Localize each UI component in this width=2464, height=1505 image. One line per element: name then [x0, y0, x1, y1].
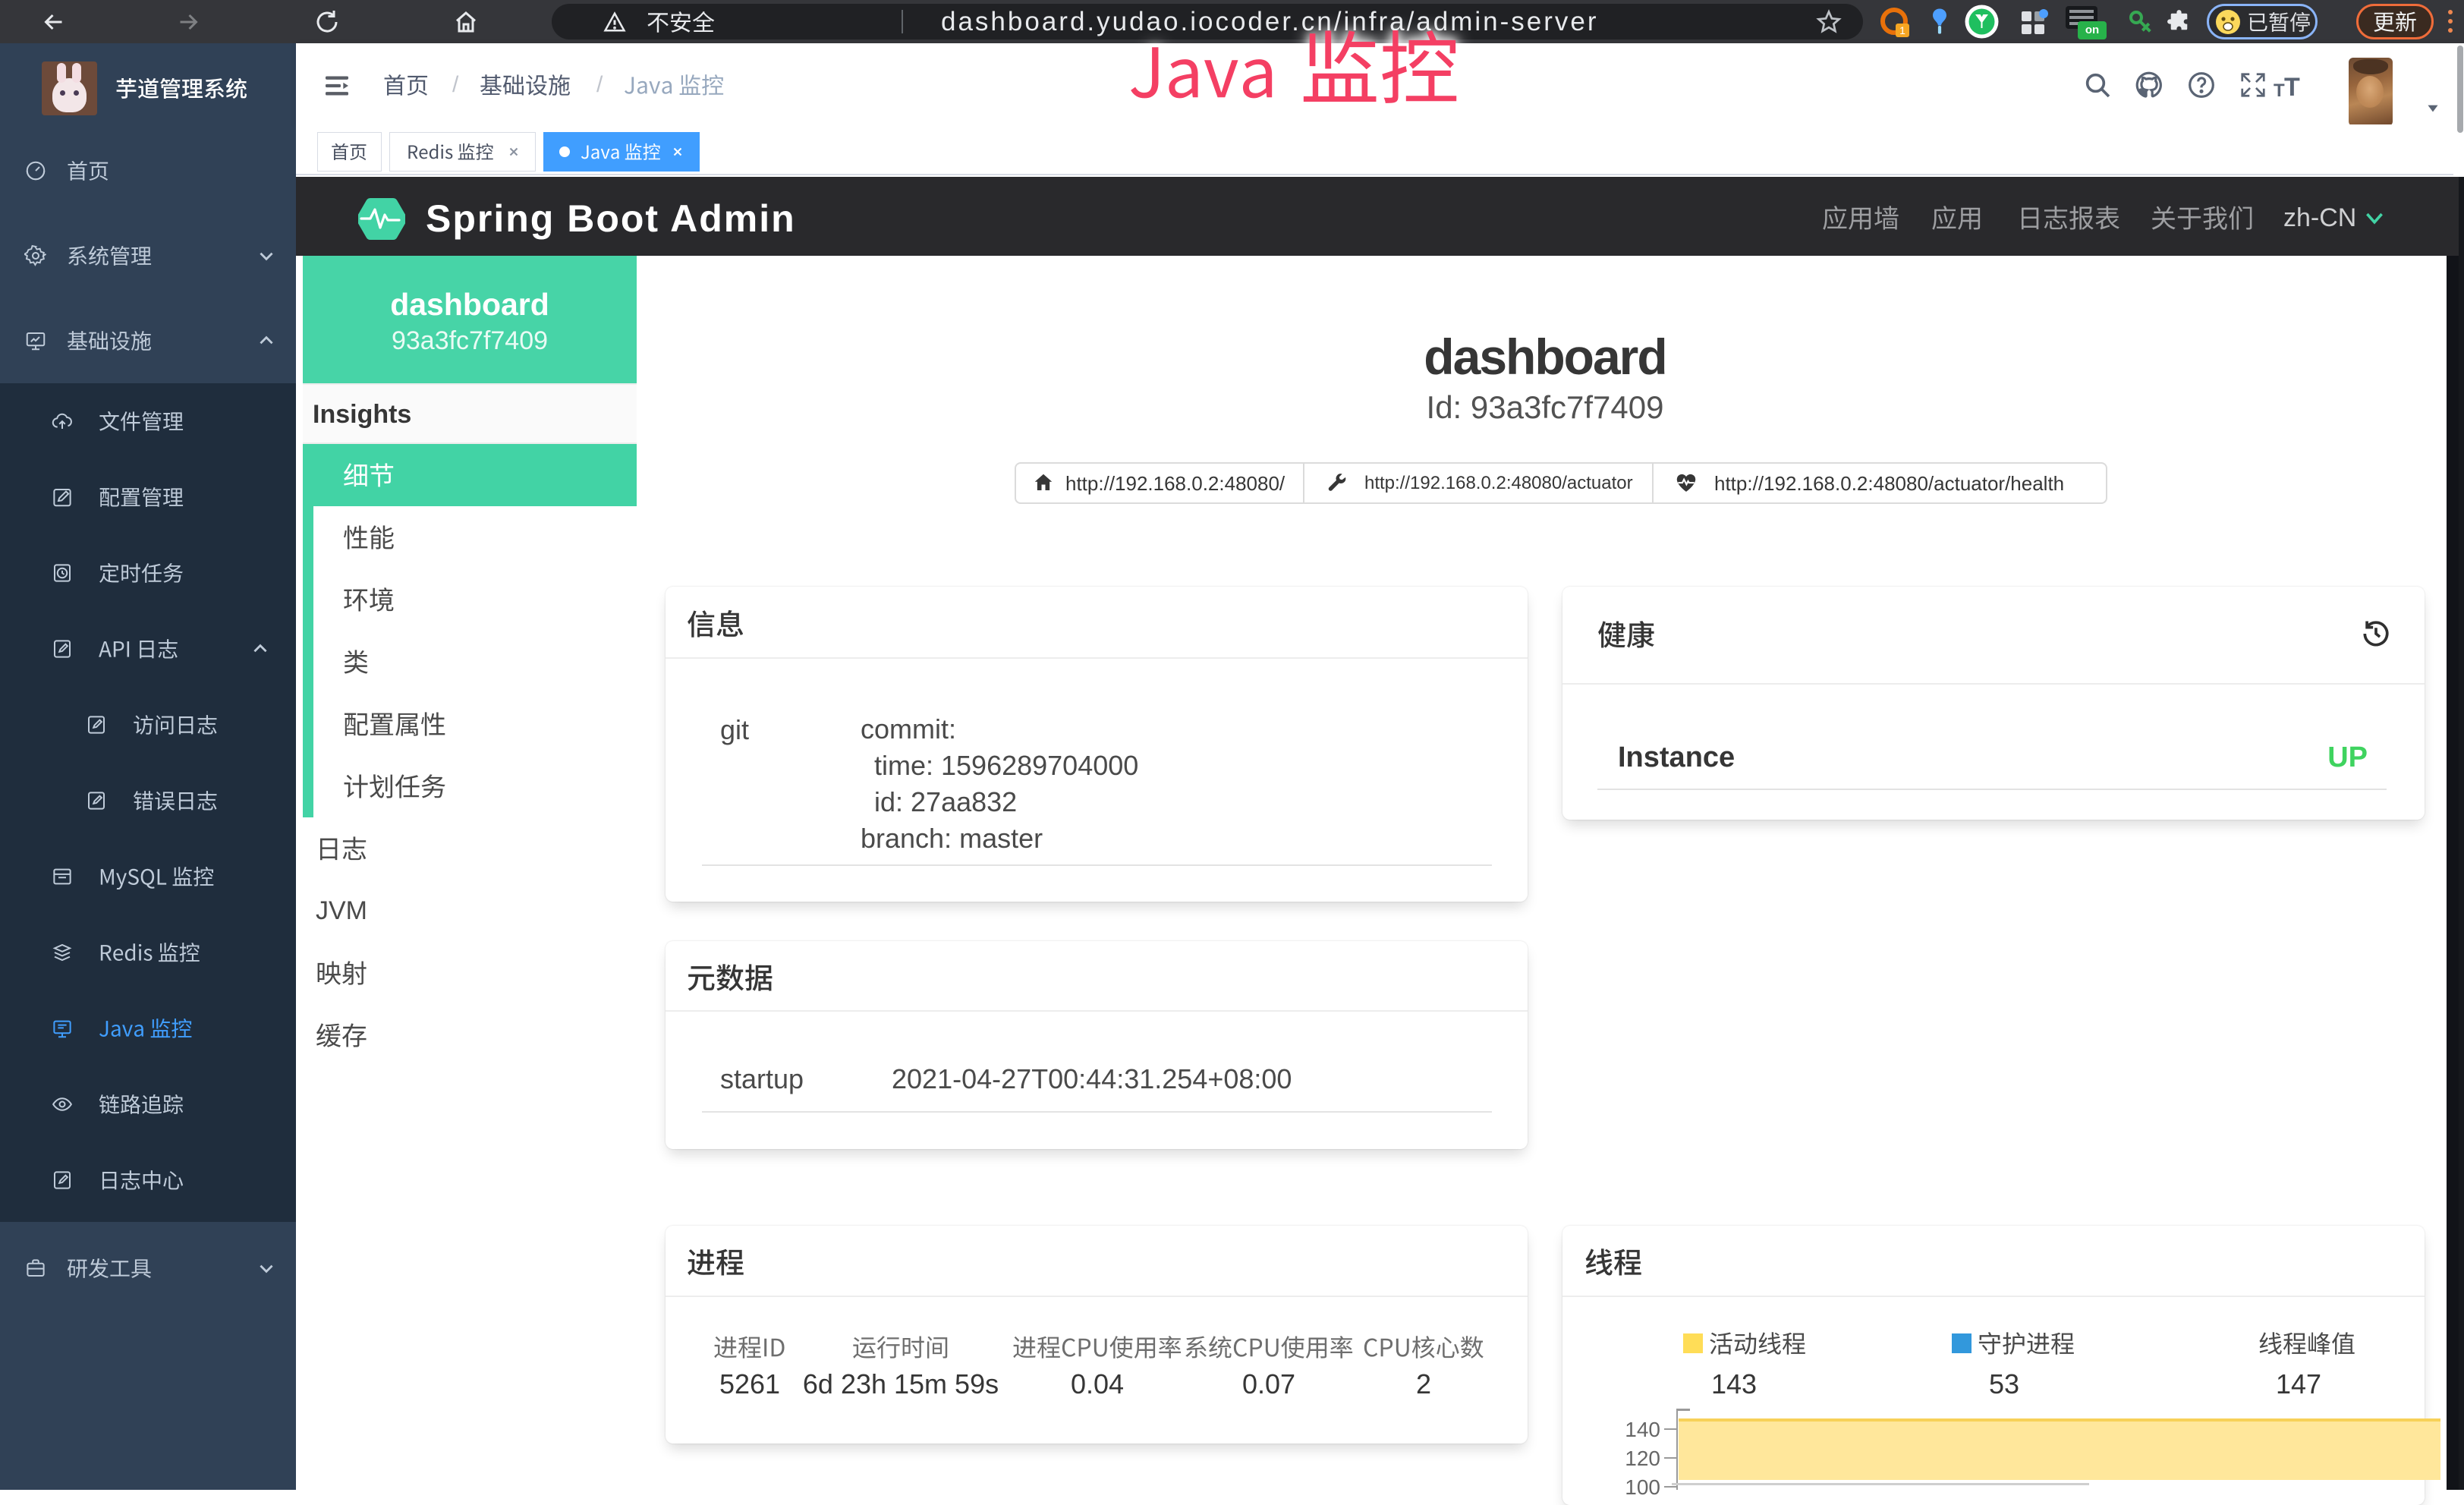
- svg-text:1: 1: [1899, 24, 1905, 36]
